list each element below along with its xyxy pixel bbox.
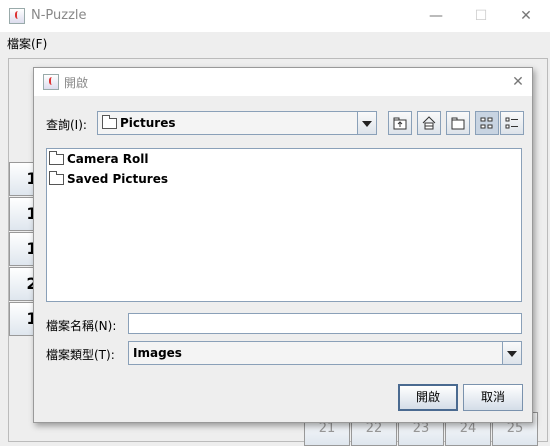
- java-app-icon: [9, 8, 25, 24]
- file-list[interactable]: Camera Roll Saved Pictures: [46, 148, 522, 302]
- up-one-level-button[interactable]: [388, 111, 412, 135]
- maximize-button[interactable]: ☐: [471, 6, 491, 26]
- folder-icon: [49, 151, 64, 165]
- home-icon: [422, 116, 436, 130]
- file-name: Saved Pictures: [67, 172, 168, 186]
- open-button[interactable]: 開啟: [398, 384, 458, 411]
- details-view-button[interactable]: [500, 111, 524, 135]
- chevron-down-icon[interactable]: [357, 112, 376, 134]
- filetype-label: 檔案類型(T):: [46, 348, 115, 362]
- menu-file[interactable]: 檔案(F): [7, 35, 47, 52]
- look-in-combo[interactable]: Pictures: [97, 111, 377, 135]
- folder-icon: [49, 171, 64, 185]
- list-item[interactable]: Saved Pictures: [49, 170, 168, 188]
- folder-icon: [102, 115, 117, 129]
- up-one-level-icon: [393, 117, 407, 130]
- look-in-label: 查詢(I):: [46, 118, 87, 132]
- minimize-button[interactable]: —: [426, 6, 446, 26]
- list-item[interactable]: Camera Roll: [49, 150, 148, 168]
- filename-input[interactable]: [128, 313, 522, 334]
- dialog-title: 開啟: [64, 76, 89, 90]
- filename-label: 檔案名稱(N):: [46, 319, 117, 333]
- home-button[interactable]: [417, 111, 441, 135]
- java-app-icon: [43, 74, 59, 90]
- dialog-titlebar: 開啟 ✕: [34, 68, 532, 96]
- window-title: N-Puzzle: [31, 8, 87, 23]
- close-button[interactable]: ✕: [516, 6, 536, 26]
- dialog-close-button[interactable]: ✕: [508, 72, 528, 92]
- filetype-value: Images: [133, 346, 182, 360]
- new-folder-button[interactable]: [446, 111, 470, 135]
- chevron-down-icon[interactable]: [502, 342, 521, 364]
- menubar: 檔案(F): [0, 32, 550, 54]
- file-name: Camera Roll: [67, 152, 149, 166]
- details-view-icon: [505, 117, 518, 129]
- look-in-value: Pictures: [120, 116, 176, 130]
- list-view-icon: [480, 117, 493, 129]
- cancel-button[interactable]: 取消: [463, 384, 523, 411]
- open-file-dialog: 開啟 ✕ 查詢(I): Pictures Camera Roll Saved P…: [33, 67, 533, 423]
- main-window-titlebar: N-Puzzle — ☐ ✕: [0, 0, 550, 32]
- new-folder-icon: [451, 117, 465, 130]
- list-view-button[interactable]: [475, 111, 499, 135]
- filetype-combo[interactable]: Images: [128, 341, 522, 365]
